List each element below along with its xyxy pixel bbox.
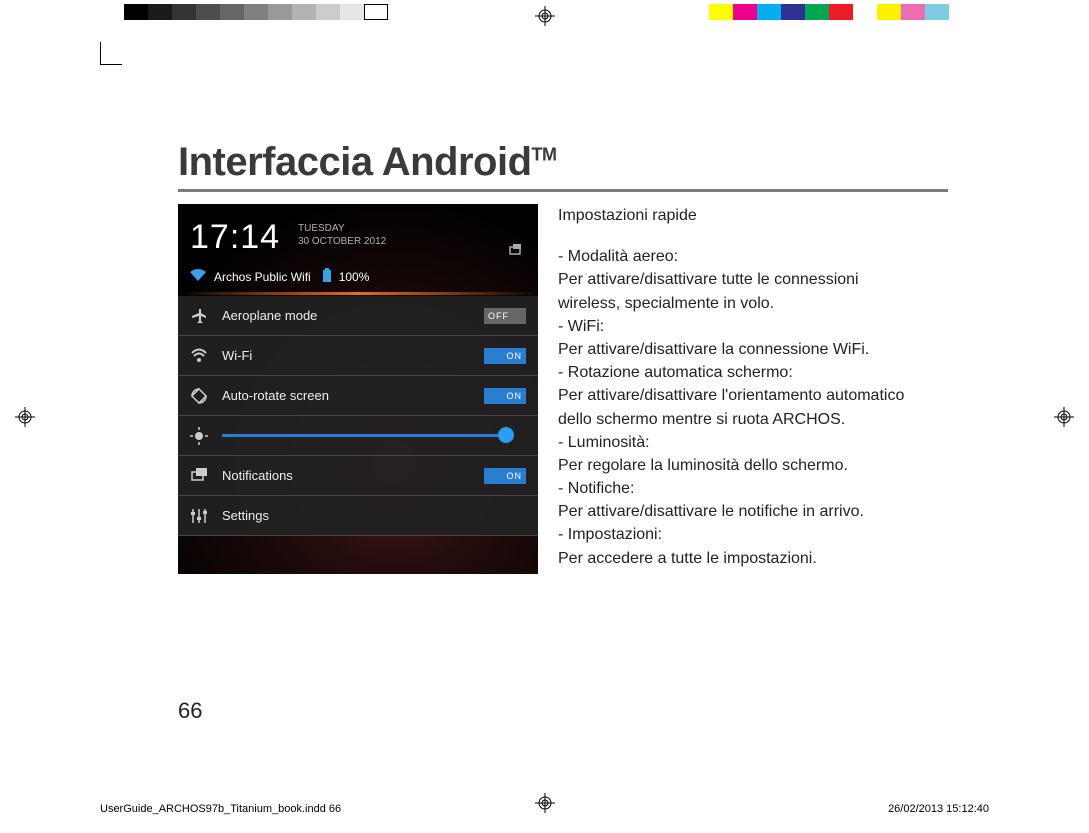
body-line: - WiFi: (558, 315, 948, 338)
page-content: Interfaccia AndroidTM 17:14 TUESDAY 30 O… (178, 140, 948, 574)
content-row: 17:14 TUESDAY 30 OCTOBER 2012 Archos Pub… (178, 204, 948, 574)
panel-glow (178, 292, 538, 295)
title-text: Interfaccia Android (178, 140, 532, 184)
wifi-icon (190, 269, 206, 284)
toggle-on[interactable]: ON (484, 468, 526, 484)
body-line: Per accedere a tutte le impostazioni. (558, 547, 948, 570)
body-line: - Luminosità: (558, 431, 948, 454)
slug-datetime: 26/02/2013 15:12:40 (888, 803, 989, 815)
wifi-icon (190, 347, 208, 365)
crop-mark (100, 42, 101, 64)
body-line: Per attivare/disattivare tutte le connes… (558, 268, 948, 291)
title-rule (178, 189, 948, 192)
quick-settings-panel: Aeroplane mode OFF Wi-Fi ON Auto-rotate … (178, 296, 538, 536)
registration-mark-icon (1054, 407, 1074, 427)
date-weekday: TUESDAY (298, 222, 386, 235)
brightness-slider[interactable] (222, 434, 506, 437)
brightness-icon (190, 427, 208, 445)
slug-filename: UserGuide_ARCHOS97b_Titanium_book.indd 6… (100, 803, 341, 815)
date-full: 30 OCTOBER 2012 (298, 235, 386, 248)
qs-label: Notifications (222, 468, 470, 483)
battery-icon (323, 268, 331, 285)
wifi-network-name: Archos Public Wifi (214, 270, 311, 284)
qs-row-aeroplane[interactable]: Aeroplane mode OFF (178, 296, 538, 336)
android-screenshot: 17:14 TUESDAY 30 OCTOBER 2012 Archos Pub… (178, 204, 538, 574)
body-line: Per regolare la luminosità dello schermo… (558, 454, 948, 477)
print-slug: UserGuide_ARCHOS97b_Titanium_book.indd 6… (100, 803, 989, 815)
battery-percent: 100% (339, 270, 370, 284)
body-line: Per attivare/disattivare la connessione … (558, 338, 948, 361)
notifications-status-icon (508, 244, 524, 260)
qs-label: Settings (222, 508, 526, 523)
body-line: dello schermo mentre si ruota ARCHOS. (558, 408, 948, 431)
subheading: Impostazioni rapide (558, 204, 948, 227)
qs-row-settings[interactable]: Settings (178, 496, 538, 536)
body-line: - Impostazioni: (558, 523, 948, 546)
body-line: - Notifiche: (558, 477, 948, 500)
toggle-off[interactable]: OFF (484, 308, 526, 324)
status-wifi-row: Archos Public Wifi 100% (190, 268, 369, 285)
clock-time: 17:14 (190, 218, 280, 257)
qs-row-autorotate[interactable]: Auto-rotate screen ON (178, 376, 538, 416)
color-swatches (709, 4, 973, 20)
toggle-on[interactable]: ON (484, 348, 526, 364)
qs-label: Wi-Fi (222, 348, 470, 363)
body-line: - Modalità aereo: (558, 245, 948, 268)
qs-label: Aeroplane mode (222, 308, 470, 323)
grayscale-swatches (124, 4, 388, 20)
registration-mark-icon (15, 407, 35, 427)
trademark-symbol: TM (532, 145, 557, 165)
slider-thumb[interactable] (498, 427, 514, 443)
registration-mark-icon (535, 6, 555, 26)
qs-row-brightness[interactable] (178, 416, 538, 456)
toggle-on[interactable]: ON (484, 388, 526, 404)
qs-label: Auto-rotate screen (222, 388, 470, 403)
settings-icon (190, 507, 208, 525)
qs-row-notifications[interactable]: Notifications ON (178, 456, 538, 496)
clock-date: TUESDAY 30 OCTOBER 2012 (298, 222, 386, 248)
airplane-icon (190, 307, 208, 325)
description-column: Impostazioni rapide - Modalità aereo: Pe… (558, 204, 948, 574)
qs-row-wifi[interactable]: Wi-Fi ON (178, 336, 538, 376)
autorotate-icon (190, 387, 208, 405)
body-line: wireless, specialmente in volo. (558, 292, 948, 315)
body-line: Per attivare/disattivare l'orientamento … (558, 384, 948, 407)
page-title: Interfaccia AndroidTM (178, 140, 948, 185)
body-line: - Rotazione automatica schermo: (558, 361, 948, 384)
crop-mark (100, 64, 122, 65)
page-number: 66 (178, 698, 202, 724)
body-line: Per attivare/disattivare le notifiche in… (558, 500, 948, 523)
notifications-icon (190, 467, 208, 485)
